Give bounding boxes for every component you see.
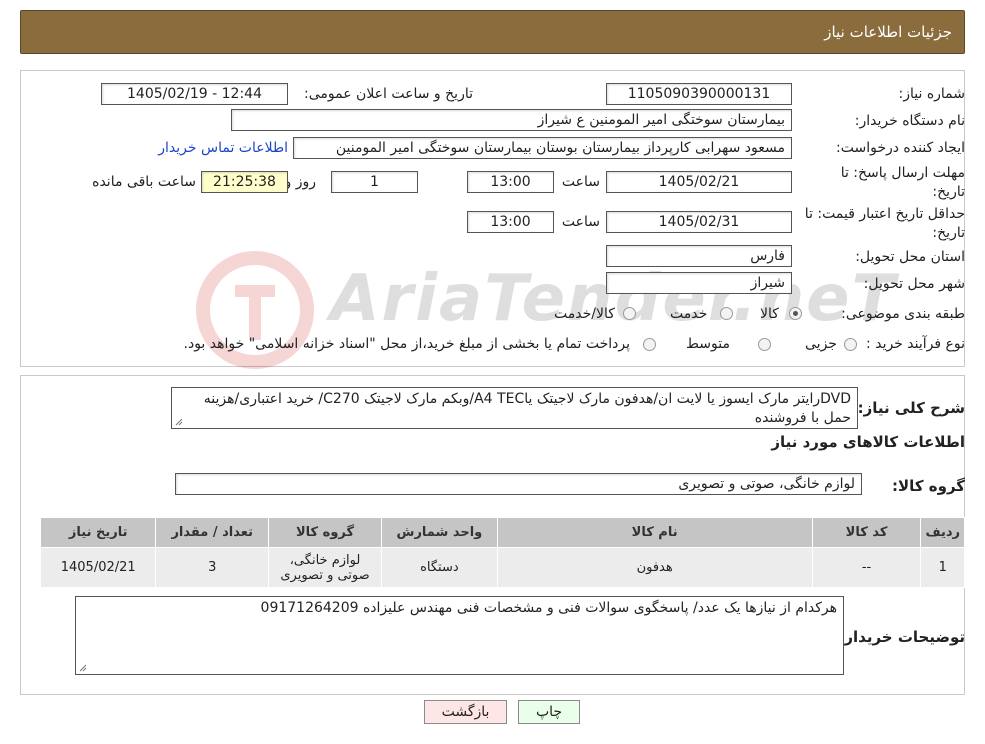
price-validity-label-line1: حداقل تاریخ اعتبار قیمت: تا <box>804 206 965 222</box>
remaining-time-field: 21:25:38 <box>201 171 288 193</box>
category-radio-service[interactable] <box>720 307 733 320</box>
goods-info-title: اطلاعات کالاهای مورد نیاز <box>771 433 965 451</box>
cell-group: لوازم خانگی، صوتی و تصویری <box>267 547 383 588</box>
cell-quantity: 3 <box>155 547 269 588</box>
col-header-name: نام کالا <box>496 517 813 548</box>
goods-group-label: گروه کالا: <box>892 477 965 495</box>
col-header-row-num: ردیف <box>920 517 965 548</box>
col-header-date: تاریخ نیاز <box>39 517 157 548</box>
purchase-type-option-minor: جزیی <box>805 336 837 352</box>
requester-field: مسعود سهرابی کارپرداز بیمارستان بوستان ب… <box>293 137 792 159</box>
resize-grip-icon[interactable] <box>79 664 87 672</box>
resize-grip-icon[interactable] <box>175 418 183 426</box>
price-validity-time-label: ساعت <box>561 214 600 230</box>
deadline-label-line1: مهلت ارسال پاسخ: تا <box>840 165 965 181</box>
cell-name: هدفون <box>496 547 813 588</box>
buyer-notes-textarea: هرکدام از نیازها یک عدد/ پاسخگوی سوالات … <box>75 596 844 675</box>
buyer-notes-text: هرکدام از نیازها یک عدد/ پاسخگوی سوالات … <box>260 600 837 616</box>
description-text: DVDرایتر مارک ایسوز یا لایت ان/هدفون مار… <box>203 391 851 426</box>
page-title: جزئیات اطلاعات نیاز <box>824 23 952 41</box>
buyer-org-field: بیمارستان سوختگی امیر المومنین ع شیراز <box>231 109 792 131</box>
announce-datetime-field: 1405/02/19 - 12:44 <box>101 83 288 105</box>
page-header: جزئیات اطلاعات نیاز <box>20 10 965 54</box>
description-label: شرح کلی نیاز: <box>857 399 965 417</box>
deadline-days-field: 1 <box>331 171 418 193</box>
category-option-goods-service: کالا/خدمت <box>554 306 615 322</box>
col-header-unit: واحد شمارش <box>381 517 498 548</box>
purchase-type-option-medium: متوسط <box>686 336 730 352</box>
city-field: شیراز <box>606 272 792 294</box>
table-row: 1 -- هدفون دستگاه لوازم خانگی، صوتی و تص… <box>39 547 965 588</box>
col-header-quantity: تعداد / مقدار <box>155 517 269 548</box>
buyer-notes-label: توضیحات خریدار: <box>838 628 965 646</box>
buyer-contact-link[interactable]: اطلاعات تماس خریدار <box>158 140 288 156</box>
cell-date: 1405/02/21 <box>39 547 157 588</box>
category-option-goods: کالا <box>760 306 779 322</box>
purchase-type-radio-medium[interactable] <box>758 338 771 351</box>
table-header-row: ردیف کد کالا نام کالا واحد شمارش گروه کا… <box>39 517 965 548</box>
category-option-service: خدمت <box>670 306 708 322</box>
price-validity-date-field: 1405/02/31 <box>606 211 792 233</box>
province-label: استان محل تحویل: <box>855 249 965 265</box>
col-header-group: گروه کالا <box>267 517 383 548</box>
col-header-code: کد کالا <box>811 517 922 548</box>
need-number-field: 1105090390000131 <box>606 83 792 105</box>
purchase-type-note: پرداخت تمام یا بخشی از مبلغ خرید،از محل … <box>183 336 630 352</box>
cell-row-num: 1 <box>920 547 965 588</box>
deadline-time-field: 13:00 <box>467 171 554 193</box>
cell-unit: دستگاه <box>381 547 498 588</box>
cell-code: -- <box>811 547 922 588</box>
city-label: شهر محل تحویل: <box>863 276 965 292</box>
remaining-time-label: ساعت باقی مانده <box>92 174 196 190</box>
deadline-date-field: 1405/02/21 <box>606 171 792 193</box>
description-textarea: DVDرایتر مارک ایسوز یا لایت ان/هدفون مار… <box>171 387 858 429</box>
purchase-type-radio-minor[interactable] <box>844 338 857 351</box>
deadline-label-line2: تاریخ: <box>932 184 965 200</box>
deadline-days-label: روز و <box>284 174 317 190</box>
print-button[interactable]: چاپ <box>518 700 580 724</box>
purchase-type-checkbox-treasury[interactable] <box>643 338 656 351</box>
price-validity-label-line2: تاریخ: <box>932 225 965 241</box>
category-radio-goods[interactable] <box>789 307 802 320</box>
need-number-label: شماره نیاز: <box>898 86 966 102</box>
items-table: ردیف کد کالا نام کالا واحد شمارش گروه کا… <box>39 517 965 588</box>
buyer-org-label: نام دستگاه خریدار: <box>854 113 965 129</box>
purchase-type-label: نوع فرآیند خرید : <box>866 336 965 352</box>
goods-group-field: لوازم خانگی، صوتی و تصویری <box>175 473 862 495</box>
deadline-time-label: ساعت <box>561 174 600 190</box>
province-field: فارس <box>606 245 792 267</box>
requester-label: ایجاد کننده درخواست: <box>836 140 965 156</box>
price-validity-time-field: 13:00 <box>467 211 554 233</box>
category-label: طبقه بندی موضوعی: <box>841 306 965 322</box>
back-button[interactable]: بازگشت <box>424 700 507 724</box>
announce-datetime-label: تاریخ و ساعت اعلان عمومی: <box>304 86 473 102</box>
category-radio-goods-service[interactable] <box>623 307 636 320</box>
